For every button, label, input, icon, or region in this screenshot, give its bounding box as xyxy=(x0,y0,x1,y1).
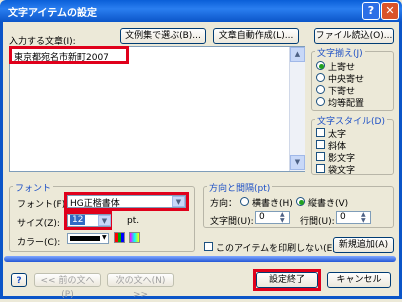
direction-label: 方向： xyxy=(210,199,238,209)
font-select[interactable]: HG正楷書体 ▼ xyxy=(67,195,186,209)
shadow-checkbox[interactable] xyxy=(316,152,325,161)
file-load-button[interactable]: ファイル読込(O)... xyxy=(314,28,394,44)
size-unit: pt. xyxy=(127,216,140,226)
horizontal-label: 横書き(H) xyxy=(252,199,293,209)
no-print-checkbox[interactable] xyxy=(204,242,213,251)
char-spacing-value: 0 xyxy=(259,212,265,222)
spin-down-icon[interactable]: ▼ xyxy=(361,217,366,224)
size-value: 12 xyxy=(70,215,86,225)
align-bottom-radio[interactable] xyxy=(316,85,325,94)
line-spacing-input[interactable]: 0 ▲ ▼ xyxy=(336,211,371,224)
align-justify-radio[interactable] xyxy=(316,97,325,106)
title-bar[interactable]: 文字アイテムの設定 ? ✕ xyxy=(0,0,402,22)
color-swatch xyxy=(70,236,100,241)
font-select-value: HG正楷書体 xyxy=(70,199,120,209)
outline-checkbox[interactable] xyxy=(316,164,325,173)
vertical-radio[interactable] xyxy=(296,197,305,206)
spin-down-icon[interactable]: ▼ xyxy=(280,217,285,224)
no-print-label: このアイテムを印刷しない(E) xyxy=(216,244,336,254)
text-style-title: 文字スタイル(D) xyxy=(315,114,387,127)
color-palette-icon[interactable] xyxy=(114,232,125,243)
scroll-down-icon[interactable]: ▼ xyxy=(290,155,305,170)
finish-button[interactable]: 設定終了 xyxy=(256,272,318,288)
text-entry-area[interactable]: 東京都宛名市新町2007 ▲ ▼ xyxy=(9,46,305,172)
color-label: カラー(C): xyxy=(17,238,61,248)
outline-label: 袋文字 xyxy=(328,166,356,176)
separator-bar xyxy=(4,256,396,262)
text-scrollbar[interactable]: ▲ ▼ xyxy=(289,47,305,171)
bold-checkbox[interactable] xyxy=(316,128,325,137)
custom-color-icon[interactable] xyxy=(129,232,140,243)
italic-checkbox[interactable] xyxy=(316,140,325,149)
examples-button[interactable]: 文例集で選ぶ(B)... xyxy=(120,28,206,44)
chevron-down-icon[interactable]: ▼ xyxy=(172,196,185,207)
help-button[interactable]: ? xyxy=(11,273,27,287)
text-entry-value: 東京都宛名市新町2007 xyxy=(14,53,109,63)
close-button[interactable]: ✕ xyxy=(381,2,399,20)
char-spacing-input[interactable]: 0 ▲ ▼ xyxy=(255,211,290,224)
char-spacing-label: 文字間(U): xyxy=(210,217,254,227)
line-spacing-value: 0 xyxy=(340,212,346,222)
next-button[interactable]: 次の文へ(N) >> xyxy=(107,273,174,300)
font-label: フォント(F): xyxy=(17,200,69,210)
align-justify-label: 均等配置 xyxy=(328,99,365,109)
help-title-button[interactable]: ? xyxy=(362,2,380,20)
color-select[interactable]: ▼ xyxy=(67,233,109,244)
line-spacing-label: 行間(U): xyxy=(300,217,335,227)
chevron-down-icon[interactable]: ▼ xyxy=(102,234,107,241)
add-new-button[interactable]: 新規追加(A) xyxy=(333,237,394,253)
horizontal-radio[interactable] xyxy=(240,197,249,206)
auto-compose-button[interactable]: 文章自動作成(L)... xyxy=(213,28,299,44)
direction-title: 方向と間隔(pt) xyxy=(207,181,273,194)
window-title: 文字アイテムの設定 xyxy=(8,8,97,19)
align-top-radio[interactable] xyxy=(316,61,325,70)
size-label: サイズ(Z): xyxy=(17,219,60,229)
chevron-down-icon[interactable]: ▼ xyxy=(98,215,111,226)
prev-button[interactable]: << 前の文へ(P) xyxy=(34,273,101,300)
size-select[interactable]: 12 ▼ xyxy=(67,214,111,227)
scroll-up-icon[interactable]: ▲ xyxy=(290,47,305,62)
font-group-title: フォント xyxy=(13,181,54,194)
cancel-button[interactable]: キャンセル xyxy=(327,272,391,288)
alignment-title: 文字揃え(J) xyxy=(315,46,365,59)
align-center-radio[interactable] xyxy=(316,73,325,82)
vertical-label: 縦書き(V) xyxy=(308,199,349,209)
